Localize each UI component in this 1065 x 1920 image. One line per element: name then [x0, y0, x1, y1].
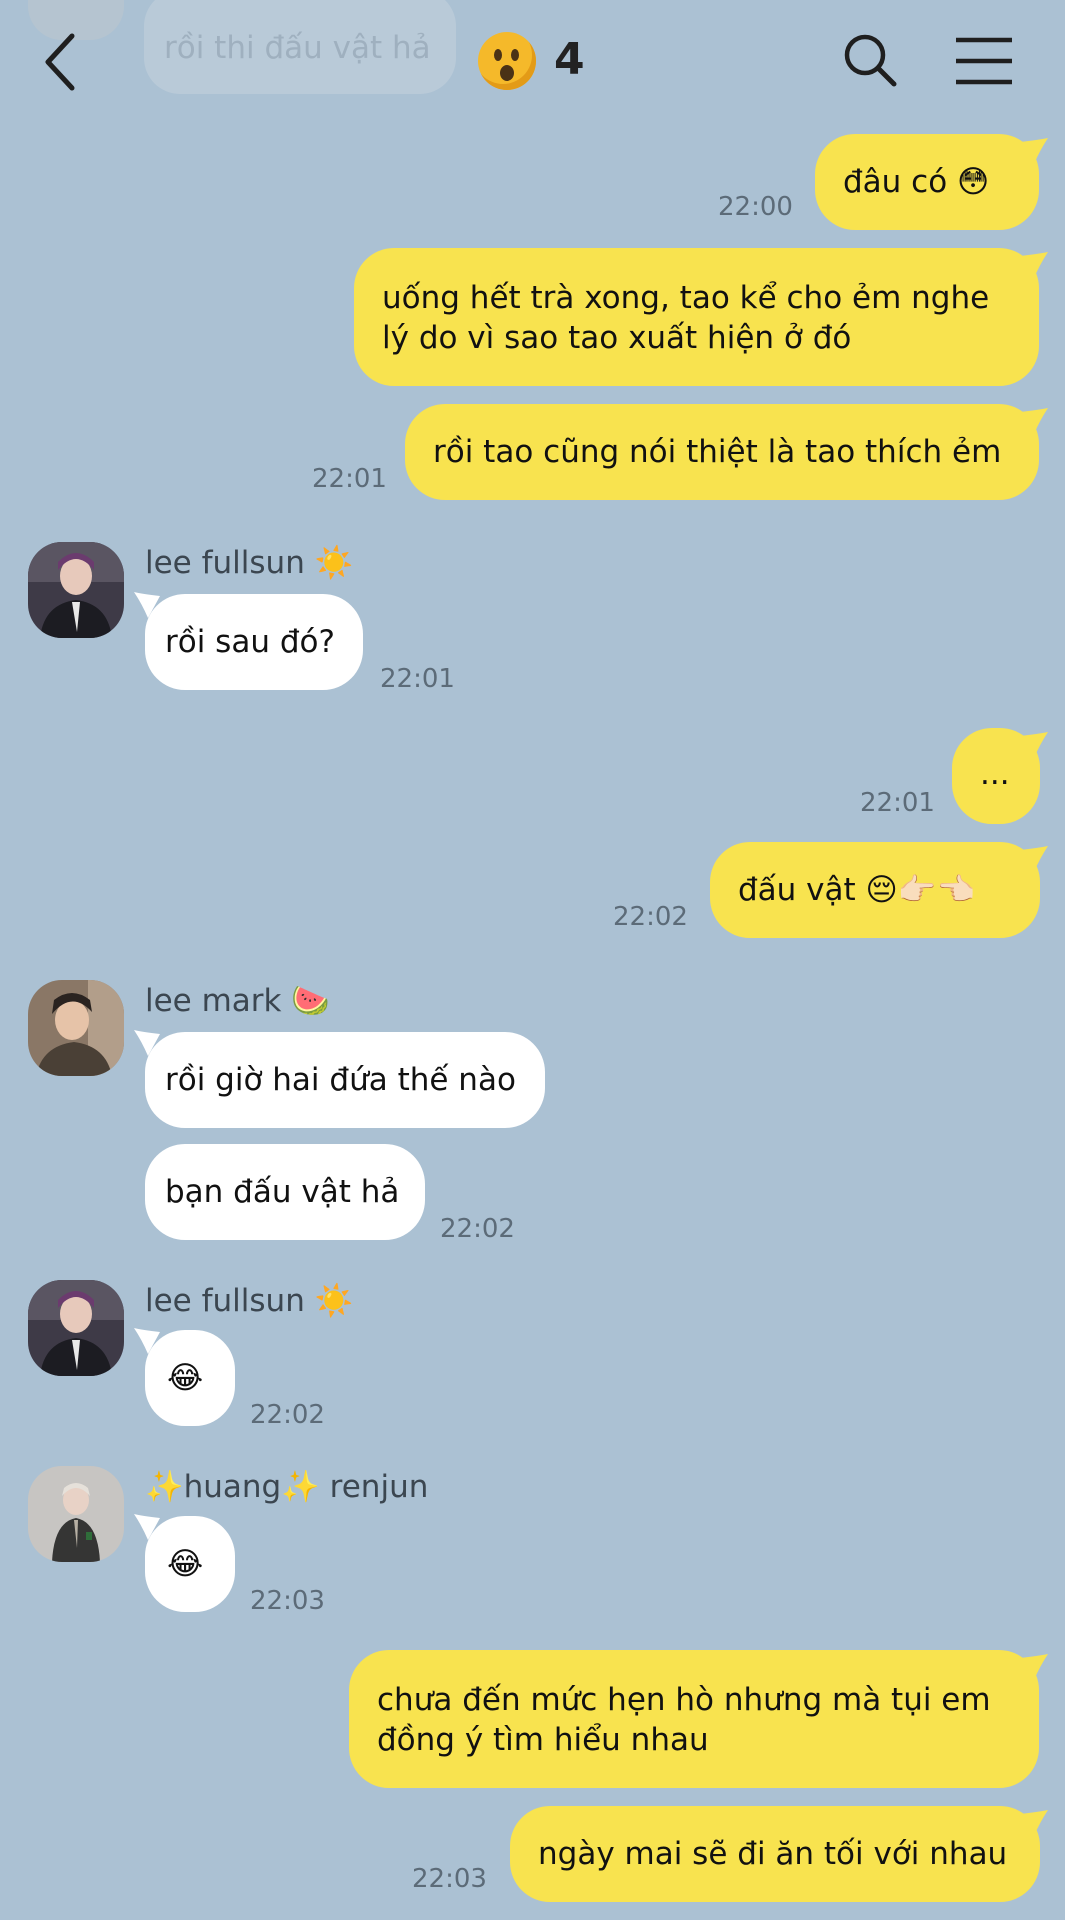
message-timestamp: 22:01 [380, 664, 455, 694]
message-text: chưa đến mức hẹn hò nhưng mà tụi em [377, 1682, 991, 1718]
faded-previous-message-text: rồi thi đấu vật hả [164, 30, 431, 66]
message-timestamp: 22:03 [412, 1864, 487, 1894]
menu-icon[interactable] [954, 36, 1014, 86]
message-text: rồi giờ hai đứa thế nào [165, 1062, 516, 1098]
message-text: ngày mai sẽ đi ăn tối với nhau [538, 1836, 1008, 1872]
bubble-tail [1020, 252, 1048, 278]
sender-name: lee mark 🍉 [145, 983, 330, 1019]
surprised-face-icon [478, 32, 536, 90]
bubble-tail [1020, 408, 1048, 434]
outgoing-message[interactable]: rồi tao cũng nói thiệt là tao thích ẻm [405, 404, 1039, 500]
avatar[interactable] [28, 1280, 124, 1376]
avatar-photo [28, 542, 124, 638]
message-text: ... [980, 756, 1010, 792]
message-text: đấu vật 😔👉🏻👈🏻 [738, 872, 976, 908]
message-timestamp: 22:03 [250, 1586, 325, 1616]
message-timestamp: 22:00 [718, 192, 793, 222]
avatar[interactable] [28, 980, 124, 1076]
avatar-photo [28, 1280, 124, 1376]
sender-name: lee fullsun ☀️ [145, 545, 354, 581]
sender-name: lee fullsun ☀️ [145, 1283, 354, 1319]
incoming-message[interactable]: 😂 [145, 1516, 235, 1612]
message-timestamp: 22:02 [613, 902, 688, 932]
incoming-message[interactable]: bạn đấu vật hả [145, 1144, 425, 1240]
message-timestamp: 22:01 [860, 788, 935, 818]
message-text: rồi sau đó? [165, 624, 335, 660]
bubble-tail [1020, 138, 1048, 164]
message-text: đâu có 😳 [843, 164, 990, 200]
message-timestamp: 22:02 [440, 1214, 515, 1244]
incoming-message[interactable]: 😂 [145, 1330, 235, 1426]
back-icon[interactable] [40, 30, 84, 94]
outgoing-message[interactable]: đâu có 😳 [815, 134, 1039, 230]
outgoing-message[interactable]: chưa đến mức hẹn hò nhưng mà tụi em đồng… [349, 1650, 1039, 1788]
participant-count[interactable]: 4 [554, 34, 585, 85]
search-icon[interactable] [842, 32, 898, 88]
outgoing-message[interactable]: ngày mai sẽ đi ăn tối với nhau [510, 1806, 1040, 1902]
message-text-line-2: lý do vì sao tao xuất hiện ở đó [382, 320, 852, 356]
message-text-line-2: đồng ý tìm hiểu nhau [377, 1722, 709, 1758]
incoming-message[interactable]: rồi sau đó? [145, 594, 363, 690]
outgoing-message[interactable]: uống hết trà xong, tao kể cho ẻm nghe lý… [354, 248, 1039, 386]
message-text: bạn đấu vật hả [165, 1174, 400, 1210]
message-text: 😂 [167, 1546, 204, 1582]
chat-header: rồi thi đấu vật hả 4 [0, 0, 1065, 120]
message-timestamp: 22:01 [312, 464, 387, 494]
message-text: rồi tao cũng nói thiệt là tao thích ẻm [433, 434, 1002, 470]
message-text: 😂 [167, 1360, 204, 1396]
sender-name: ✨huang✨ renjun [145, 1469, 429, 1505]
bubble-tail [1020, 846, 1048, 872]
avatar-photo [28, 1466, 124, 1562]
bubble-tail [1020, 732, 1048, 758]
avatar[interactable] [28, 542, 124, 638]
avatar[interactable] [28, 1466, 124, 1562]
avatar-photo [28, 980, 124, 1076]
incoming-message[interactable]: rồi giờ hai đứa thế nào [145, 1032, 545, 1128]
bubble-tail [1020, 1810, 1048, 1836]
outgoing-message[interactable]: đấu vật 😔👉🏻👈🏻 [710, 842, 1040, 938]
bubble-tail [1020, 1654, 1048, 1680]
message-text: uống hết trà xong, tao kể cho ẻm nghe [382, 280, 990, 316]
message-timestamp: 22:02 [250, 1400, 325, 1430]
